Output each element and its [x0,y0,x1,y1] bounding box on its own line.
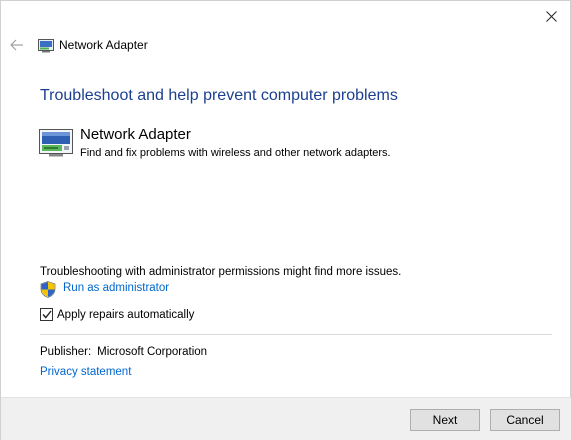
footer-bar: Next Cancel [1,397,571,440]
troubleshooter-title: Network Adapter [80,126,191,143]
arrow-left-icon [10,39,23,51]
divider [40,334,552,335]
admin-permissions-note: Troubleshooting with administrator permi… [40,266,402,278]
next-button[interactable]: Next [410,409,480,431]
troubleshooter-description: Find and fix problems with wireless and … [80,147,391,159]
network-adapter-icon [39,129,73,157]
apply-repairs-label: Apply repairs automatically [57,308,195,321]
run-as-administrator-link[interactable]: Run as administrator [63,282,169,294]
checkmark-icon [41,310,52,319]
close-button[interactable] [534,3,568,29]
close-icon [545,10,557,22]
page-heading: Troubleshoot and help prevent computer p… [40,87,398,104]
checkbox-box[interactable] [40,308,53,321]
apply-repairs-checkbox[interactable]: Apply repairs automatically [40,308,194,321]
cancel-button[interactable]: Cancel [490,409,560,431]
publisher-row: Publisher: Microsoft Corporation [40,346,207,358]
privacy-statement-link[interactable]: Privacy statement [40,366,131,378]
uac-shield-icon [40,281,56,298]
window-title: Network Adapter [59,38,148,52]
back-button[interactable] [7,35,27,55]
publisher-label: Publisher: [40,346,92,358]
publisher-value: Microsoft Corporation [97,346,208,358]
network-adapter-icon [38,39,54,53]
troubleshooter-window: Network Adapter Troubleshoot and help pr… [0,0,571,440]
